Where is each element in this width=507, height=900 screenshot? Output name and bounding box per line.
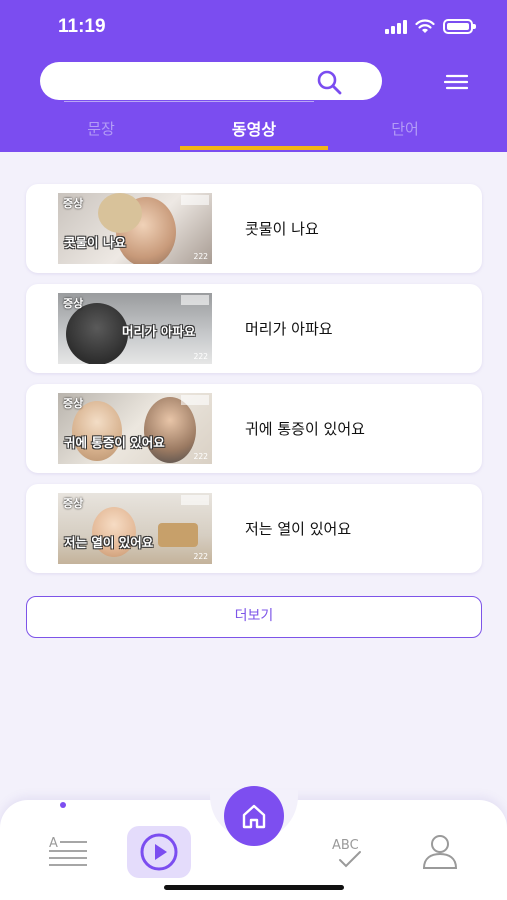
thumbnail-badge: 증상 [63,397,84,410]
status-time: 11:19 [58,16,106,37]
video-title: 저는 열이 있어요 [245,520,352,538]
tab-videos[interactable]: 동영상 [179,116,329,140]
nav-videos[interactable] [127,826,191,878]
battery-icon [443,19,476,34]
sentence-list-icon: A [49,836,87,866]
nav-home[interactable] [224,786,284,846]
load-more-button[interactable]: 더보기 [26,596,482,638]
nav-sentences[interactable]: A [36,826,100,878]
user-icon [422,835,458,869]
thumbnail-number: 222 [193,452,208,461]
active-tab-indicator [180,146,328,150]
nav-profile[interactable] [408,826,472,878]
status-icons [385,19,476,34]
menu-icon[interactable] [444,72,468,92]
play-circle-icon [140,833,178,871]
app-header: 11:19 문장 동영상 단어 [0,0,507,152]
svg-text:ABC: ABC [332,838,359,853]
video-title: 콧물이 나요 [245,220,319,238]
video-title: 머리가 아파요 [245,320,333,338]
wifi-icon [415,19,435,33]
video-card[interactable]: 증상 귀에 통증이 있어요 222 귀에 통증이 있어요 [26,384,482,473]
tab-words[interactable]: 단어 [330,118,480,139]
thumbnail-tag [181,395,209,405]
signal-icon [385,19,407,34]
nav-indicator-dot [60,802,66,808]
thumbnail-caption: 귀에 통증이 있어요 [64,435,165,450]
thumbnail-badge: 증상 [63,297,84,310]
video-thumbnail[interactable]: 증상 저는 열이 있어요 222 [58,493,212,564]
thumbnail-badge: 증상 [63,497,84,510]
tab-bar: 문장 동영상 단어 [0,112,507,152]
thumbnail-tag [181,295,209,305]
thumbnail-tag [181,195,209,205]
video-title: 귀에 통증이 있어요 [245,420,365,438]
svg-text:A: A [49,836,58,851]
search-bar[interactable] [40,62,382,100]
status-bar: 11:19 [0,0,507,56]
tab-sentences[interactable]: 문장 [26,118,176,139]
abc-check-icon: ABC [332,838,361,868]
video-card[interactable]: 증상 콧물이 나요 222 콧물이 나요 [26,184,482,273]
thumbnail-number: 222 [193,552,208,561]
thumbnail-number: 222 [193,252,208,261]
search-underline [64,101,314,102]
thumbnail-caption: 저는 열이 있어요 [64,535,154,550]
video-thumbnail[interactable]: 증상 귀에 통증이 있어요 222 [58,393,212,464]
thumbnail-caption: 머리가 아파요 [122,324,196,339]
search-icon[interactable] [316,69,342,95]
thumbnail-tag [181,495,209,505]
thumbnail-number: 222 [193,352,208,361]
thumbnail-badge: 증상 [63,197,84,210]
video-thumbnail[interactable]: 증상 머리가 아파요 222 [58,293,212,364]
home-indicator [164,885,344,890]
thumbnail-caption: 콧물이 나요 [64,235,126,250]
video-thumbnail[interactable]: 증상 콧물이 나요 222 [58,193,212,264]
search-input[interactable] [58,71,328,91]
video-card[interactable]: 증상 저는 열이 있어요 222 저는 열이 있어요 [26,484,482,573]
nav-words[interactable]: ABC [316,826,380,878]
home-icon [242,804,266,829]
video-card[interactable]: 증상 머리가 아파요 222 머리가 아파요 [26,284,482,373]
